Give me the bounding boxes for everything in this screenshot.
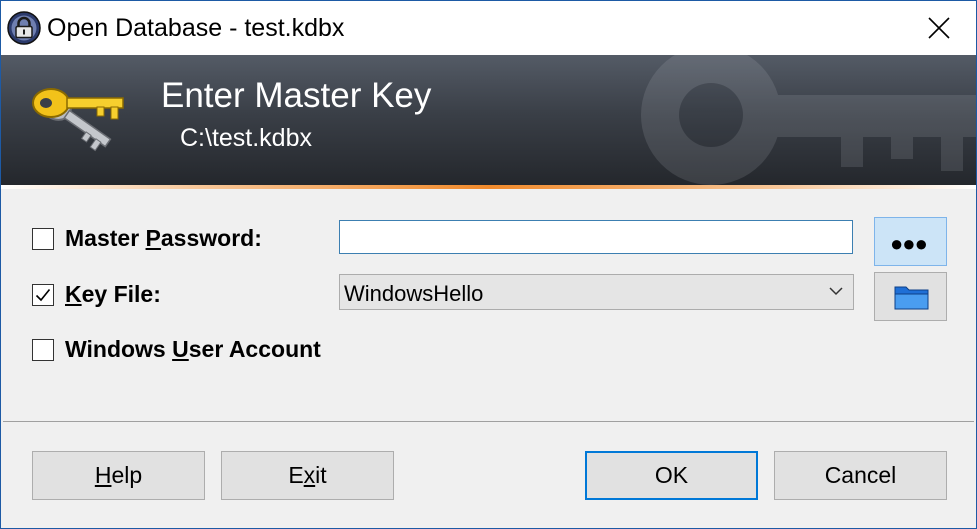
banner-accent-line [1,185,976,189]
master-password-label: Master Password: [65,225,262,251]
show-password-glyph: ●●● [890,231,928,256]
open-database-dialog: Open Database - test.kdbx Enter Master K… [0,0,977,529]
windows-user-account-label: Windows User Account [65,336,321,362]
master-password-checkbox[interactable] [32,228,54,250]
show-password-button[interactable]: ●●● [874,217,947,266]
padlock-icon [7,11,41,45]
key-file-label: Key File: [65,281,161,307]
cancel-button[interactable]: Cancel [774,451,947,500]
folder-icon [894,286,929,310]
keys-icon [32,88,124,152]
close-icon [928,17,950,39]
key-file-checkbox[interactable] [32,284,54,306]
help-button[interactable]: Help [32,451,205,500]
title-bar: Open Database - test.kdbx [1,1,976,55]
ok-button[interactable]: OK [585,451,758,500]
header-banner: Enter Master Key C:\test.kdbx [1,55,976,185]
windows-user-account-checkbox[interactable] [32,339,54,361]
browse-key-file-button[interactable] [874,272,947,321]
close-button[interactable] [902,1,976,55]
key-file-select[interactable]: WindowsHello [339,274,854,310]
separator [3,421,974,422]
master-password-input[interactable] [339,220,853,254]
key-file-selected-value: WindowsHello [344,281,484,306]
checkmark-icon [35,288,51,302]
database-path: C:\test.kdbx [180,124,312,152]
exit-button[interactable]: Exit [221,451,394,500]
keys-watermark-icon [641,55,976,185]
banner-title: Enter Master Key [161,76,432,115]
chevron-down-icon [829,287,843,296]
window-title: Open Database - test.kdbx [47,14,345,42]
